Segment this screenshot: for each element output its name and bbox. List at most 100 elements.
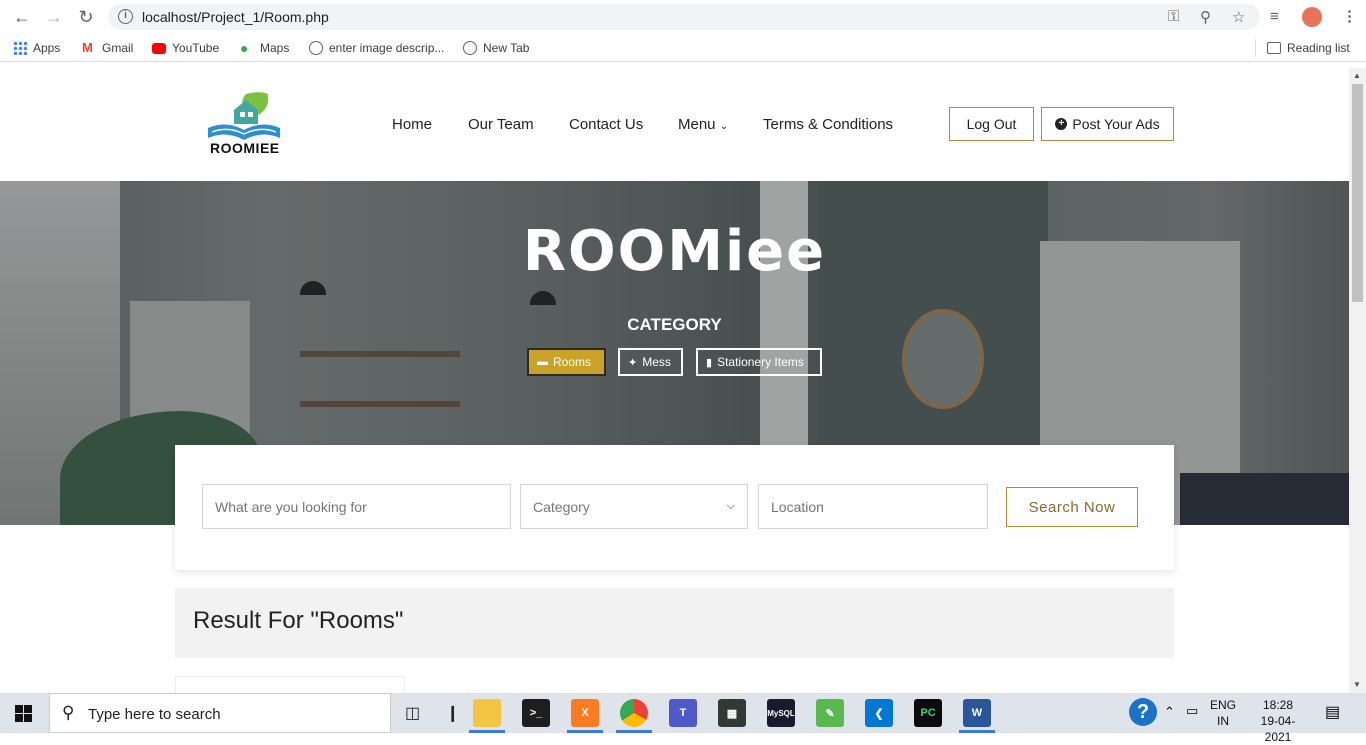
reading-list[interactable]: Reading list [1267, 41, 1350, 55]
language-indicator[interactable]: ENG IN [1210, 697, 1236, 729]
reload-icon[interactable]: ↻ [74, 5, 98, 29]
youtube-icon [152, 42, 166, 54]
taskbar-search-box[interactable]: ⚲ Type here to search [49, 693, 391, 733]
nav-terms[interactable]: Terms & Conditions [763, 116, 893, 133]
book-icon: ▮ [706, 356, 713, 369]
windows-start-icon[interactable] [15, 705, 32, 722]
category-select[interactable]: Category ⌵ [520, 484, 748, 529]
teams-icon[interactable]: T [669, 699, 697, 727]
logo-wordmark: ROOMIEE [210, 140, 280, 156]
category-label: Stationery Items [717, 355, 804, 369]
maps-pin-icon: ● [240, 40, 249, 56]
bed-icon: ▬ [537, 356, 548, 368]
bookmarks-bar: Apps M Gmail YouTube ● Maps enter image … [0, 36, 1366, 62]
back-icon[interactable]: ← [10, 5, 34, 29]
bookmark-gmail[interactable]: M Gmail [82, 40, 134, 56]
more-menu-icon[interactable]: ⋮ [1342, 7, 1357, 25]
plus-circle-icon: + [1055, 118, 1068, 130]
key-icon[interactable]: ⚿ [1168, 8, 1179, 25]
chrome-icon[interactable] [620, 699, 648, 727]
windows-taskbar: ⚲ Type here to search ◫ ❙ >_ X T ▦ MySQL… [0, 693, 1366, 744]
bookmark-label: enter image descrip... [329, 41, 445, 55]
page-scrollbar[interactable]: ▲ ▼ [1349, 68, 1366, 693]
globe-icon [463, 41, 477, 55]
notepad-icon[interactable]: ✎ [816, 699, 844, 727]
taskbar-search-placeholder: Type here to search [88, 706, 221, 723]
category-label: Mess [642, 355, 671, 369]
bookmark-new-tab[interactable]: New Tab [463, 41, 529, 55]
site-header: ROOMIEE Home Our Team Contact Us Menu ⌄ … [0, 68, 1349, 181]
keyword-search-input[interactable] [202, 484, 511, 529]
clock-date: 19-04-2021 [1260, 714, 1296, 744]
nav-contact-us[interactable]: Contact Us [569, 116, 643, 133]
xampp-icon[interactable]: X [571, 699, 599, 727]
category-mess-button[interactable]: ✦ Mess [618, 348, 683, 376]
category-rooms-button[interactable]: ▬ Rooms [527, 348, 606, 376]
reading-list-label: Reading list [1287, 41, 1350, 55]
bookmark-label: Gmail [102, 41, 134, 55]
bookmark-apps[interactable]: Apps [13, 41, 60, 55]
notification-icon[interactable]: ▤ [1325, 702, 1340, 722]
task-view-icon[interactable]: ◫ [405, 703, 420, 723]
star-icon[interactable]: ☆ [1232, 8, 1245, 26]
location-input[interactable] [758, 484, 988, 529]
reading-list-icon [1267, 42, 1281, 54]
gmail-icon: M [82, 40, 93, 55]
address-bar[interactable]: i localhost/Project_1/Room.php ⚿ ⚲ ☆ [108, 4, 1260, 30]
web-page: ROOMIEE Home Our Team Contact Us Menu ⌄ … [0, 68, 1349, 693]
terminal-icon[interactable]: >_ [522, 699, 550, 727]
bookmark-image-description[interactable]: enter image descrip... [309, 41, 444, 55]
site-info-icon[interactable]: i [118, 9, 133, 24]
vscode-icon[interactable]: ❮ [865, 699, 893, 727]
mysql-icon[interactable]: MySQL [767, 699, 795, 727]
pycharm-icon[interactable]: PC [914, 699, 942, 727]
results-header: Result For "Rooms" [175, 588, 1174, 658]
forward-icon[interactable]: → [42, 5, 66, 29]
profile-avatar[interactable] [1302, 7, 1322, 27]
post-ads-button[interactable]: + Post Your Ads [1041, 107, 1174, 141]
tray-chevron-up-icon[interactable]: ⌃ [1164, 704, 1175, 720]
nav-menu[interactable]: Menu ⌄ [678, 116, 728, 133]
nav-home[interactable]: Home [392, 116, 432, 133]
category-stationery-button[interactable]: ▮ Stationery Items [696, 348, 822, 376]
post-ads-label: Post Your Ads [1072, 116, 1160, 132]
category-heading: CATEGORY [627, 315, 722, 334]
battery-icon[interactable]: ▭ [1186, 703, 1198, 719]
search-panel: Category ⌵ Search Now [175, 445, 1174, 570]
zoom-icon[interactable]: ⚲ [1200, 8, 1211, 26]
console-app-icon[interactable]: ▦ [718, 699, 746, 727]
logout-button[interactable]: Log Out [949, 107, 1034, 141]
category-label: Rooms [553, 355, 592, 369]
bookmark-label: Maps [260, 41, 290, 55]
clock[interactable]: 18:28 19-04-2021 [1248, 697, 1308, 745]
widgets-icon[interactable]: ❙ [446, 703, 459, 723]
scroll-down-icon[interactable]: ▼ [1353, 680, 1361, 689]
word-icon[interactable]: W [963, 699, 991, 727]
bookmark-maps[interactable]: ● Maps [240, 41, 289, 55]
roomiee-logo[interactable]: ROOMIEE [184, 88, 304, 160]
bookmark-youtube[interactable]: YouTube [152, 41, 219, 55]
reading-mode-icon[interactable]: ≡ [1270, 8, 1279, 25]
result-card[interactable] [175, 676, 405, 693]
apps-grid-icon [13, 41, 27, 55]
category-select-value: Category [533, 498, 590, 515]
search-now-button[interactable]: Search Now [1006, 487, 1138, 527]
url-text: localhost/Project_1/Room.php [142, 9, 329, 25]
divider [1255, 39, 1256, 57]
search-icon: ⚲ [62, 703, 75, 722]
lang-code: ENG [1210, 698, 1237, 712]
nav-our-team[interactable]: Our Team [468, 116, 534, 133]
nav-menu-label: Menu [678, 116, 716, 133]
hero-title: ROOMiee [522, 219, 827, 284]
clock-time: 18:28 [1262, 698, 1294, 712]
chevron-down-icon: ⌄ [719, 121, 729, 132]
bookmark-label: Apps [33, 41, 61, 55]
help-icon[interactable]: ? [1129, 698, 1157, 726]
bookmark-label: YouTube [172, 41, 220, 55]
scroll-up-icon[interactable]: ▲ [1353, 71, 1361, 80]
browser-toolbar: ← → ↻ i localhost/Project_1/Room.php ⚿ ⚲… [0, 0, 1366, 34]
file-explorer-icon[interactable] [473, 699, 501, 727]
scroll-thumb[interactable] [1352, 84, 1363, 302]
utensils-icon: ✦ [628, 356, 638, 369]
bookmark-label: New Tab [483, 41, 530, 55]
